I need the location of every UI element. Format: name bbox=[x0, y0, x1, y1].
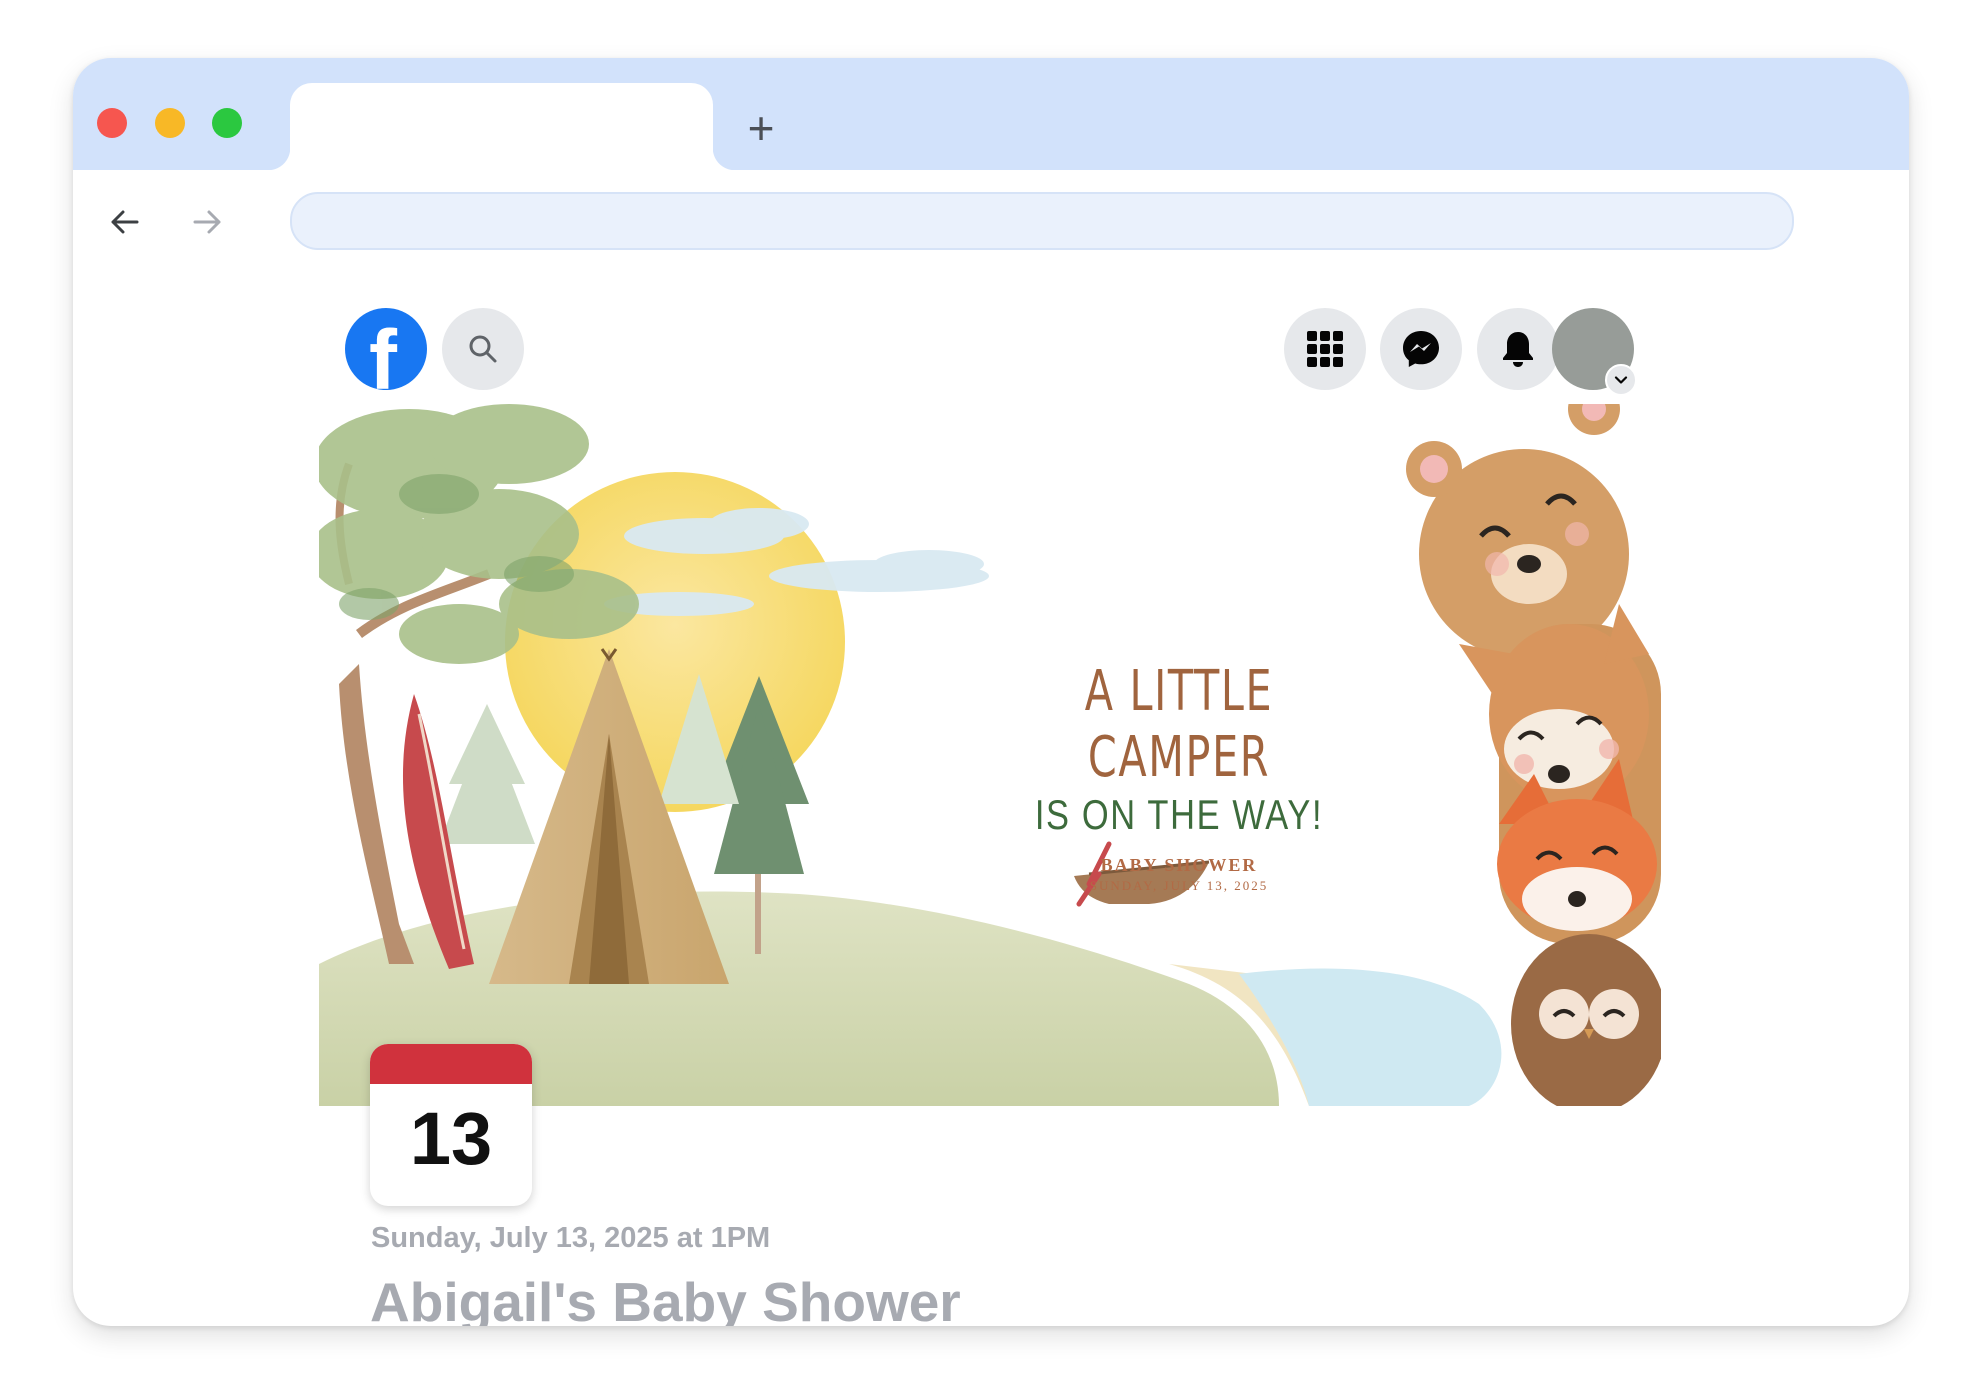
tab-bar: + bbox=[73, 58, 1909, 170]
forward-button[interactable] bbox=[185, 200, 229, 244]
search-button[interactable] bbox=[442, 308, 524, 390]
minimize-window-button[interactable] bbox=[155, 108, 185, 138]
calendar-date-badge: 13 bbox=[370, 1044, 532, 1206]
arrow-right-icon bbox=[193, 210, 221, 234]
event-cover-image[interactable]: A LITTLE CAMPER IS ON THE WAY! BABY SHOW… bbox=[319, 404, 1661, 1106]
browser-toolbar bbox=[73, 170, 1909, 270]
notifications-button[interactable] bbox=[1477, 308, 1559, 390]
back-button[interactable] bbox=[103, 200, 147, 244]
calendar-day: 13 bbox=[409, 1097, 493, 1180]
browser-window: + f A LITTLE CAMPER IS ON THE WAY! BABY … bbox=[73, 58, 1909, 1326]
menu-button[interactable] bbox=[1284, 308, 1366, 390]
address-bar[interactable] bbox=[290, 192, 1794, 250]
invitation-headline: A LITTLE CAMPER bbox=[1084, 659, 1274, 790]
page-content: f A LITTLE CAMPER IS ON THE WAY! BABY SH… bbox=[73, 270, 1909, 1326]
messenger-icon bbox=[1403, 331, 1439, 367]
invitation-date: SUNDAY, JULY 13, 2025 bbox=[1089, 878, 1269, 893]
search-icon bbox=[469, 335, 497, 363]
chevron-down-icon bbox=[1614, 376, 1628, 384]
bell-icon bbox=[1503, 332, 1533, 367]
event-title: Abigail's Baby Shower bbox=[370, 1271, 961, 1326]
account-menu-button[interactable] bbox=[1605, 364, 1637, 396]
invitation-text: A LITTLE CAMPER IS ON THE WAY! BABY SHOW… bbox=[979, 659, 1379, 894]
messenger-button[interactable] bbox=[1380, 308, 1462, 390]
invitation-event-type: BABY SHOWER bbox=[1100, 855, 1258, 875]
arrow-left-icon bbox=[111, 210, 139, 234]
calendar-header bbox=[370, 1044, 532, 1084]
new-tab-button[interactable]: + bbox=[741, 105, 781, 151]
invitation-subheadline: IS ON THE WAY! bbox=[1034, 791, 1324, 838]
event-date: Sunday, July 13, 2025 at 1PM bbox=[371, 1222, 771, 1254]
facebook-logo[interactable]: f bbox=[345, 308, 427, 390]
close-window-button[interactable] bbox=[97, 108, 127, 138]
active-tab[interactable] bbox=[268, 83, 735, 170]
facebook-f-icon: f bbox=[369, 313, 397, 390]
menu-grid-icon bbox=[1307, 331, 1343, 367]
maximize-window-button[interactable] bbox=[212, 108, 242, 138]
